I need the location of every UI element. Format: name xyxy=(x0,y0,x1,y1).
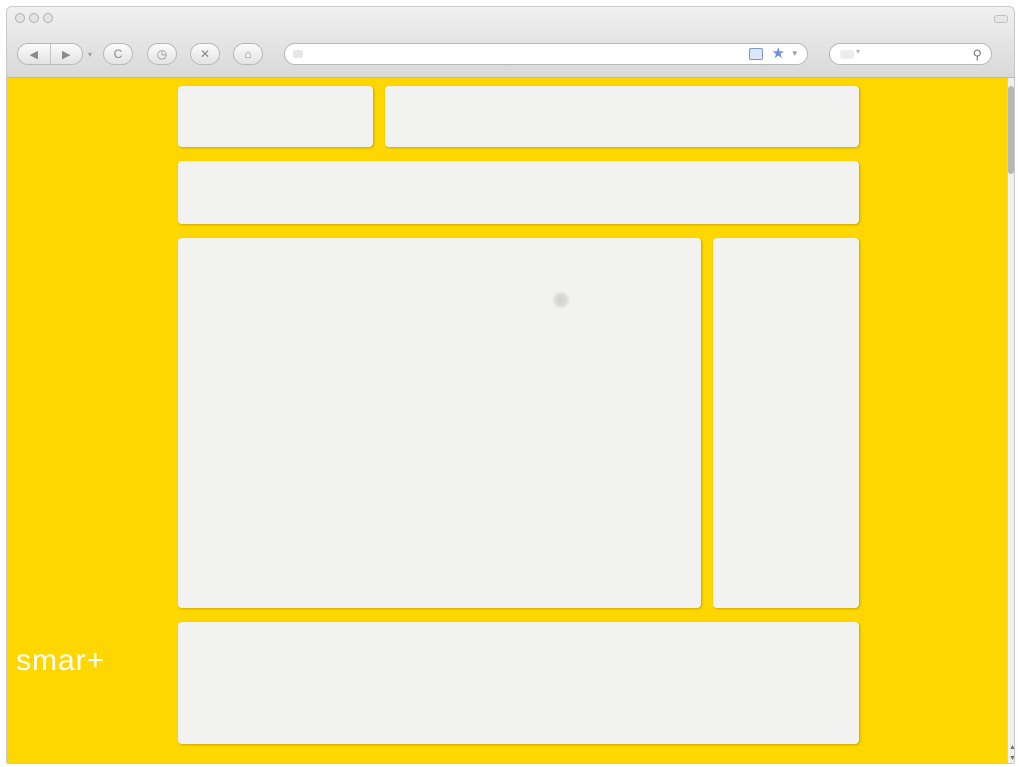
scroll-up-icon[interactable]: ▲ xyxy=(1009,744,1014,751)
address-bar[interactable]: ★ ▾ xyxy=(284,43,808,65)
forward-button[interactable]: ▶ xyxy=(49,44,83,64)
back-arrow-icon: ◀ xyxy=(29,48,38,61)
address-dropdown-icon[interactable]: ▾ xyxy=(792,48,797,59)
sidebar-panel xyxy=(713,238,859,608)
back-forward-buttons: ◀ ▶ xyxy=(17,43,83,65)
home-icon: ⌂ xyxy=(244,47,252,61)
back-button[interactable]: ◀ xyxy=(18,44,50,64)
close-window-button[interactable] xyxy=(15,13,25,23)
header-logo-panel xyxy=(178,86,373,147)
search-engine-icon[interactable] xyxy=(840,50,854,59)
history-button[interactable]: ◷ xyxy=(147,43,177,65)
search-engine-dropdown-icon[interactable]: ▾ xyxy=(856,47,860,56)
home-button[interactable]: ⌂ xyxy=(233,43,263,65)
bookmark-star-icon[interactable]: ★ xyxy=(772,45,785,63)
scroll-down-icon[interactable]: ▼ xyxy=(1009,755,1014,762)
minimize-window-button[interactable] xyxy=(29,13,39,23)
search-icon[interactable]: ⚲ xyxy=(972,47,982,63)
toolbar-toggle-button[interactable] xyxy=(994,15,1008,23)
navigation-panel xyxy=(178,161,859,224)
vertical-scrollbar[interactable]: ▲ ▼ xyxy=(1007,78,1014,763)
loading-spinner-icon xyxy=(552,291,570,309)
page-favicon-icon xyxy=(293,50,303,58)
zoom-window-button[interactable] xyxy=(43,13,53,23)
footer-panel xyxy=(178,622,859,744)
reload-icon: C xyxy=(113,47,123,61)
header-banner-panel xyxy=(385,86,859,147)
scrollbar-thumb[interactable] xyxy=(1008,86,1014,174)
search-box[interactable]: ▾ ⚲ xyxy=(829,43,992,65)
browser-toolbar: ◀ ▶ ▾ C ◷ ✕ ⌂ ★ ▾ ▾ ⚲ xyxy=(7,7,1014,78)
reload-button[interactable]: C xyxy=(103,43,133,65)
clock-icon: ◷ xyxy=(156,47,168,61)
stop-button[interactable]: ✕ xyxy=(190,43,220,65)
rss-icon[interactable] xyxy=(749,48,763,60)
brand-logo: smar+ xyxy=(16,644,106,677)
stop-icon: ✕ xyxy=(199,47,211,61)
history-dropdown-icon[interactable]: ▾ xyxy=(88,50,92,59)
main-content-panel xyxy=(178,238,701,608)
page-content: smar+ xyxy=(7,78,1010,763)
forward-arrow-icon: ▶ xyxy=(62,48,71,61)
browser-window: ◀ ▶ ▾ C ◷ ✕ ⌂ ★ ▾ ▾ ⚲ smar+ xyxy=(6,6,1015,764)
